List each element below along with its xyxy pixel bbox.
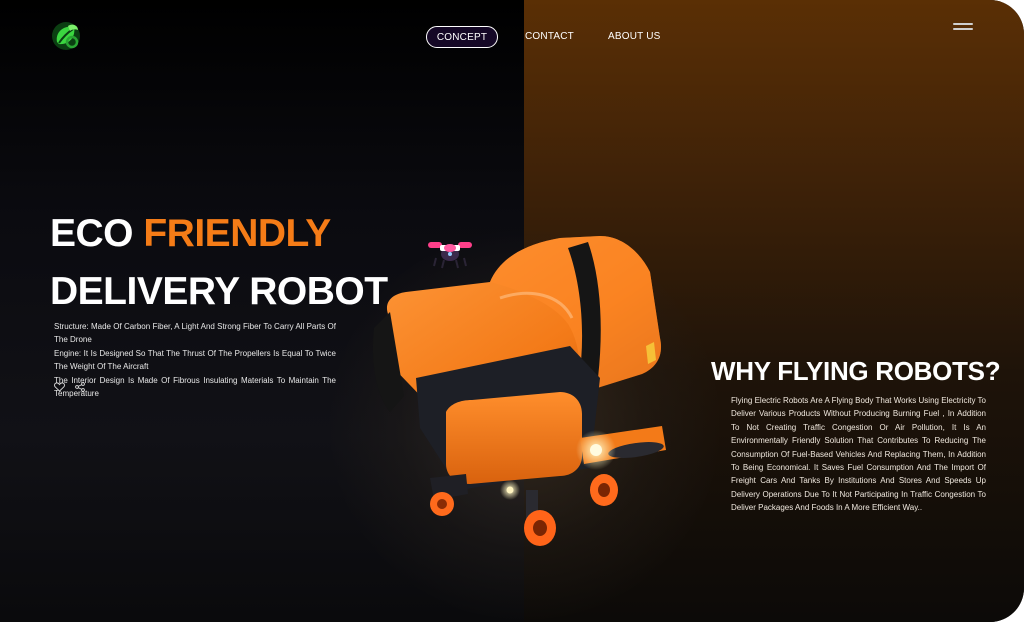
leaf-logo-icon[interactable] — [50, 20, 82, 52]
why-body: Flying Electric Robots Are A Flying Body… — [731, 396, 986, 513]
spec-engine: Engine: It Is Designed So That The Thrus… — [54, 348, 336, 372]
page-frame: CONCEPT CONTACT ABOUT US ECO FRIENDLY DE… — [0, 0, 1024, 622]
hamburger-menu-icon[interactable] — [953, 23, 973, 35]
spec-structure: Structure: Made Of Carbon Fiber, A Light… — [54, 322, 336, 345]
share-icon[interactable] — [75, 382, 85, 392]
hero-title-line2: DELIVERY ROBOT — [50, 270, 388, 313]
nav-contact[interactable]: CONTACT — [525, 31, 574, 42]
spec-interior: The Interior Design Is Made Of Fibrous I… — [54, 375, 336, 399]
robot-specs: Structure: Made Of Carbon Fiber, A Light… — [54, 320, 336, 400]
nav-concept[interactable]: CONCEPT — [426, 26, 498, 48]
why-title: WHY FLYING ROBOTS? — [711, 356, 1001, 386]
hero-actions — [54, 382, 85, 392]
hero-title: ECO FRIENDLY DELIVERY ROBOT — [50, 205, 388, 321]
heart-icon[interactable] — [54, 382, 65, 392]
main-nav: CONCEPT CONTACT ABOUT US — [426, 26, 660, 48]
hero-title-line1: ECO FRIENDLY — [50, 205, 388, 263]
nav-about-us[interactable]: ABOUT US — [608, 31, 661, 42]
hero-title-plain: ECO — [50, 212, 144, 255]
delivery-robot-image — [372, 236, 666, 546]
hero-title-accent: FRIENDLY — [143, 212, 331, 255]
